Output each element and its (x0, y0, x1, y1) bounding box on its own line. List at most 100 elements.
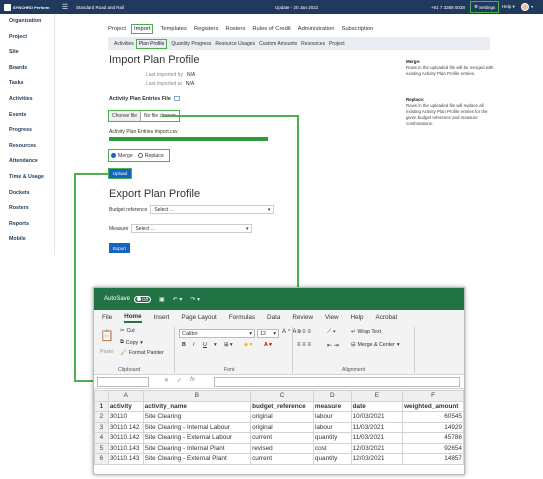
subtab-resource-usages[interactable]: Resource Usages (215, 41, 255, 47)
export-button[interactable]: Export (109, 243, 130, 253)
font-color-icon[interactable]: A ▾ (264, 342, 272, 348)
ribbon-tab-view[interactable]: View (325, 314, 339, 321)
table-cell[interactable]: labour (312, 411, 352, 423)
choose-file-button[interactable]: Choose file (109, 111, 142, 121)
subtab-custom-amounts[interactable]: Custom Amounts (259, 41, 297, 47)
column-header[interactable]: D (312, 390, 352, 402)
table-cell[interactable]: Site Clearing - External Plant (142, 453, 252, 465)
copy-button[interactable]: ⧉ Copy ▾ (120, 339, 143, 346)
upload-button[interactable]: Upload (108, 168, 132, 179)
update-notice[interactable]: Update - 20 Jan 2022 (275, 5, 318, 10)
table-cell[interactable]: revised (250, 442, 314, 454)
undo-icon[interactable]: ↶ ▾ (173, 296, 183, 303)
table-cell[interactable]: weighted_amount (402, 400, 464, 412)
column-header[interactable]: A (107, 390, 144, 402)
sidebar-item-activities[interactable]: Activities (0, 92, 54, 108)
table-cell[interactable]: 14929 (402, 421, 464, 433)
tab-administration[interactable]: Administration (298, 26, 335, 32)
sidebar-item-reports[interactable]: Reports (0, 217, 54, 233)
paste-button[interactable]: Paste (100, 349, 114, 355)
bold-button[interactable]: B (182, 342, 186, 348)
table-cell[interactable]: current (250, 453, 314, 465)
table-cell[interactable]: labour (312, 421, 352, 433)
table-cell[interactable]: measure (312, 400, 352, 412)
tab-import[interactable]: Import (131, 23, 154, 34)
table-cell[interactable]: current (250, 432, 314, 444)
save-icon[interactable]: ▣ (159, 296, 165, 303)
row-header[interactable]: 3 (94, 421, 109, 433)
settings-button[interactable]: ⚙ Settings (470, 1, 500, 13)
table-cell[interactable]: 12/03/2021 (350, 453, 404, 465)
table-cell[interactable]: date (350, 400, 404, 412)
redo-icon[interactable]: ↷ ▾ (190, 296, 200, 303)
sidebar-item-attendance[interactable]: Attendance (0, 154, 54, 170)
table-cell[interactable]: activity_name (142, 400, 252, 412)
formula-input[interactable] (214, 377, 460, 387)
sidebar-item-site[interactable]: Site (0, 45, 54, 61)
table-cell[interactable]: quantity (312, 453, 352, 465)
borders-icon[interactable]: ⊞ ▾ (224, 342, 233, 348)
italic-button[interactable]: I (193, 342, 194, 348)
sidebar-item-tasks[interactable]: Tasks (0, 76, 54, 92)
row-header[interactable]: 1 (94, 400, 109, 412)
align-horizontal-icons[interactable]: ≡ ≡ ≡ (297, 342, 311, 348)
ribbon-tab-formulas[interactable]: Formulas (229, 314, 255, 321)
ribbon-tab-page-layout[interactable]: Page Layout (181, 314, 216, 321)
table-cell[interactable]: Site Clearing (142, 411, 252, 423)
table-cell[interactable]: 30110.142 (107, 421, 144, 433)
table-cell[interactable]: 30110 (107, 411, 144, 423)
cancel-icon[interactable]: ✕ (164, 377, 169, 384)
table-cell[interactable]: 14857 (402, 453, 464, 465)
sidebar-item-time-usage[interactable]: Time & Usage (0, 170, 54, 186)
merge-radio[interactable]: Merge (111, 153, 133, 159)
menu-icon[interactable]: ☰ (60, 3, 70, 11)
subtab-resources[interactable]: Resources (301, 41, 325, 47)
ribbon-tab-home[interactable]: Home (124, 313, 142, 323)
info-icon[interactable] (173, 96, 180, 102)
tab-rosters[interactable]: Rosters (225, 26, 245, 32)
column-header[interactable]: C (250, 390, 314, 402)
table-cell[interactable]: original (250, 411, 314, 423)
sidebar-item-progress[interactable]: Progress (0, 123, 54, 139)
avatar[interactable] (521, 3, 529, 11)
table-cell[interactable]: Site Clearing - External Labour (142, 432, 252, 444)
table-cell[interactable]: 30110.142 (107, 432, 144, 444)
underline-button[interactable]: U (203, 342, 207, 348)
row-header[interactable]: 4 (94, 432, 109, 444)
table-cell[interactable]: 30110.143 (107, 442, 144, 454)
autosave-toggle[interactable]: Off (134, 295, 151, 303)
wrap-text-button[interactable]: ↵ Wrap Text (351, 329, 381, 335)
table-cell[interactable]: quantity (312, 432, 352, 444)
name-box[interactable] (97, 377, 149, 387)
ribbon-tab-data[interactable]: Data (267, 314, 280, 321)
font-name-select[interactable]: Calibri ▾ (179, 329, 255, 338)
column-header[interactable]: B (142, 390, 252, 402)
format-painter-button[interactable]: 🖌 Format Painter (120, 350, 164, 356)
sidebar-item-events[interactable]: Events (0, 108, 54, 124)
cut-button[interactable]: ✂ Cut (120, 328, 135, 334)
table-cell[interactable]: 10/03/2021 (350, 411, 404, 423)
sidebar-item-project[interactable]: Project (0, 30, 54, 46)
tab-templates[interactable]: Templates (160, 26, 186, 32)
row-header[interactable]: 6 (94, 453, 109, 465)
font-size-select[interactable]: 12 ▾ (257, 329, 279, 338)
help-menu[interactable]: Help ▾ (502, 4, 515, 10)
ribbon-tab-insert[interactable]: Insert (154, 314, 170, 321)
table-cell[interactable]: 45786 (402, 432, 464, 444)
fill-color-icon[interactable]: ◈ ▾ (244, 342, 252, 348)
logo[interactable]: SYNCHRO Perform (0, 0, 56, 14)
table-cell[interactable]: 11/03/2021 (350, 421, 404, 433)
replace-radio[interactable]: Replace (137, 153, 164, 159)
select-all-corner[interactable] (94, 390, 109, 402)
sidebar-item-dockets[interactable]: Dockets (0, 186, 54, 202)
table-cell[interactable]: cost (312, 442, 352, 454)
row-header[interactable]: 2 (94, 411, 109, 423)
ribbon-tab-review[interactable]: Review (292, 314, 313, 321)
table-cell[interactable]: 30110.143 (107, 453, 144, 465)
row-header[interactable]: 5 (94, 442, 109, 454)
table-cell[interactable]: 11/03/2021 (350, 432, 404, 444)
subtab-activities[interactable]: Activities (114, 41, 134, 47)
subtab-project[interactable]: Project (329, 41, 345, 47)
tab-registers[interactable]: Registers (194, 26, 218, 32)
table-cell[interactable]: original (250, 421, 314, 433)
